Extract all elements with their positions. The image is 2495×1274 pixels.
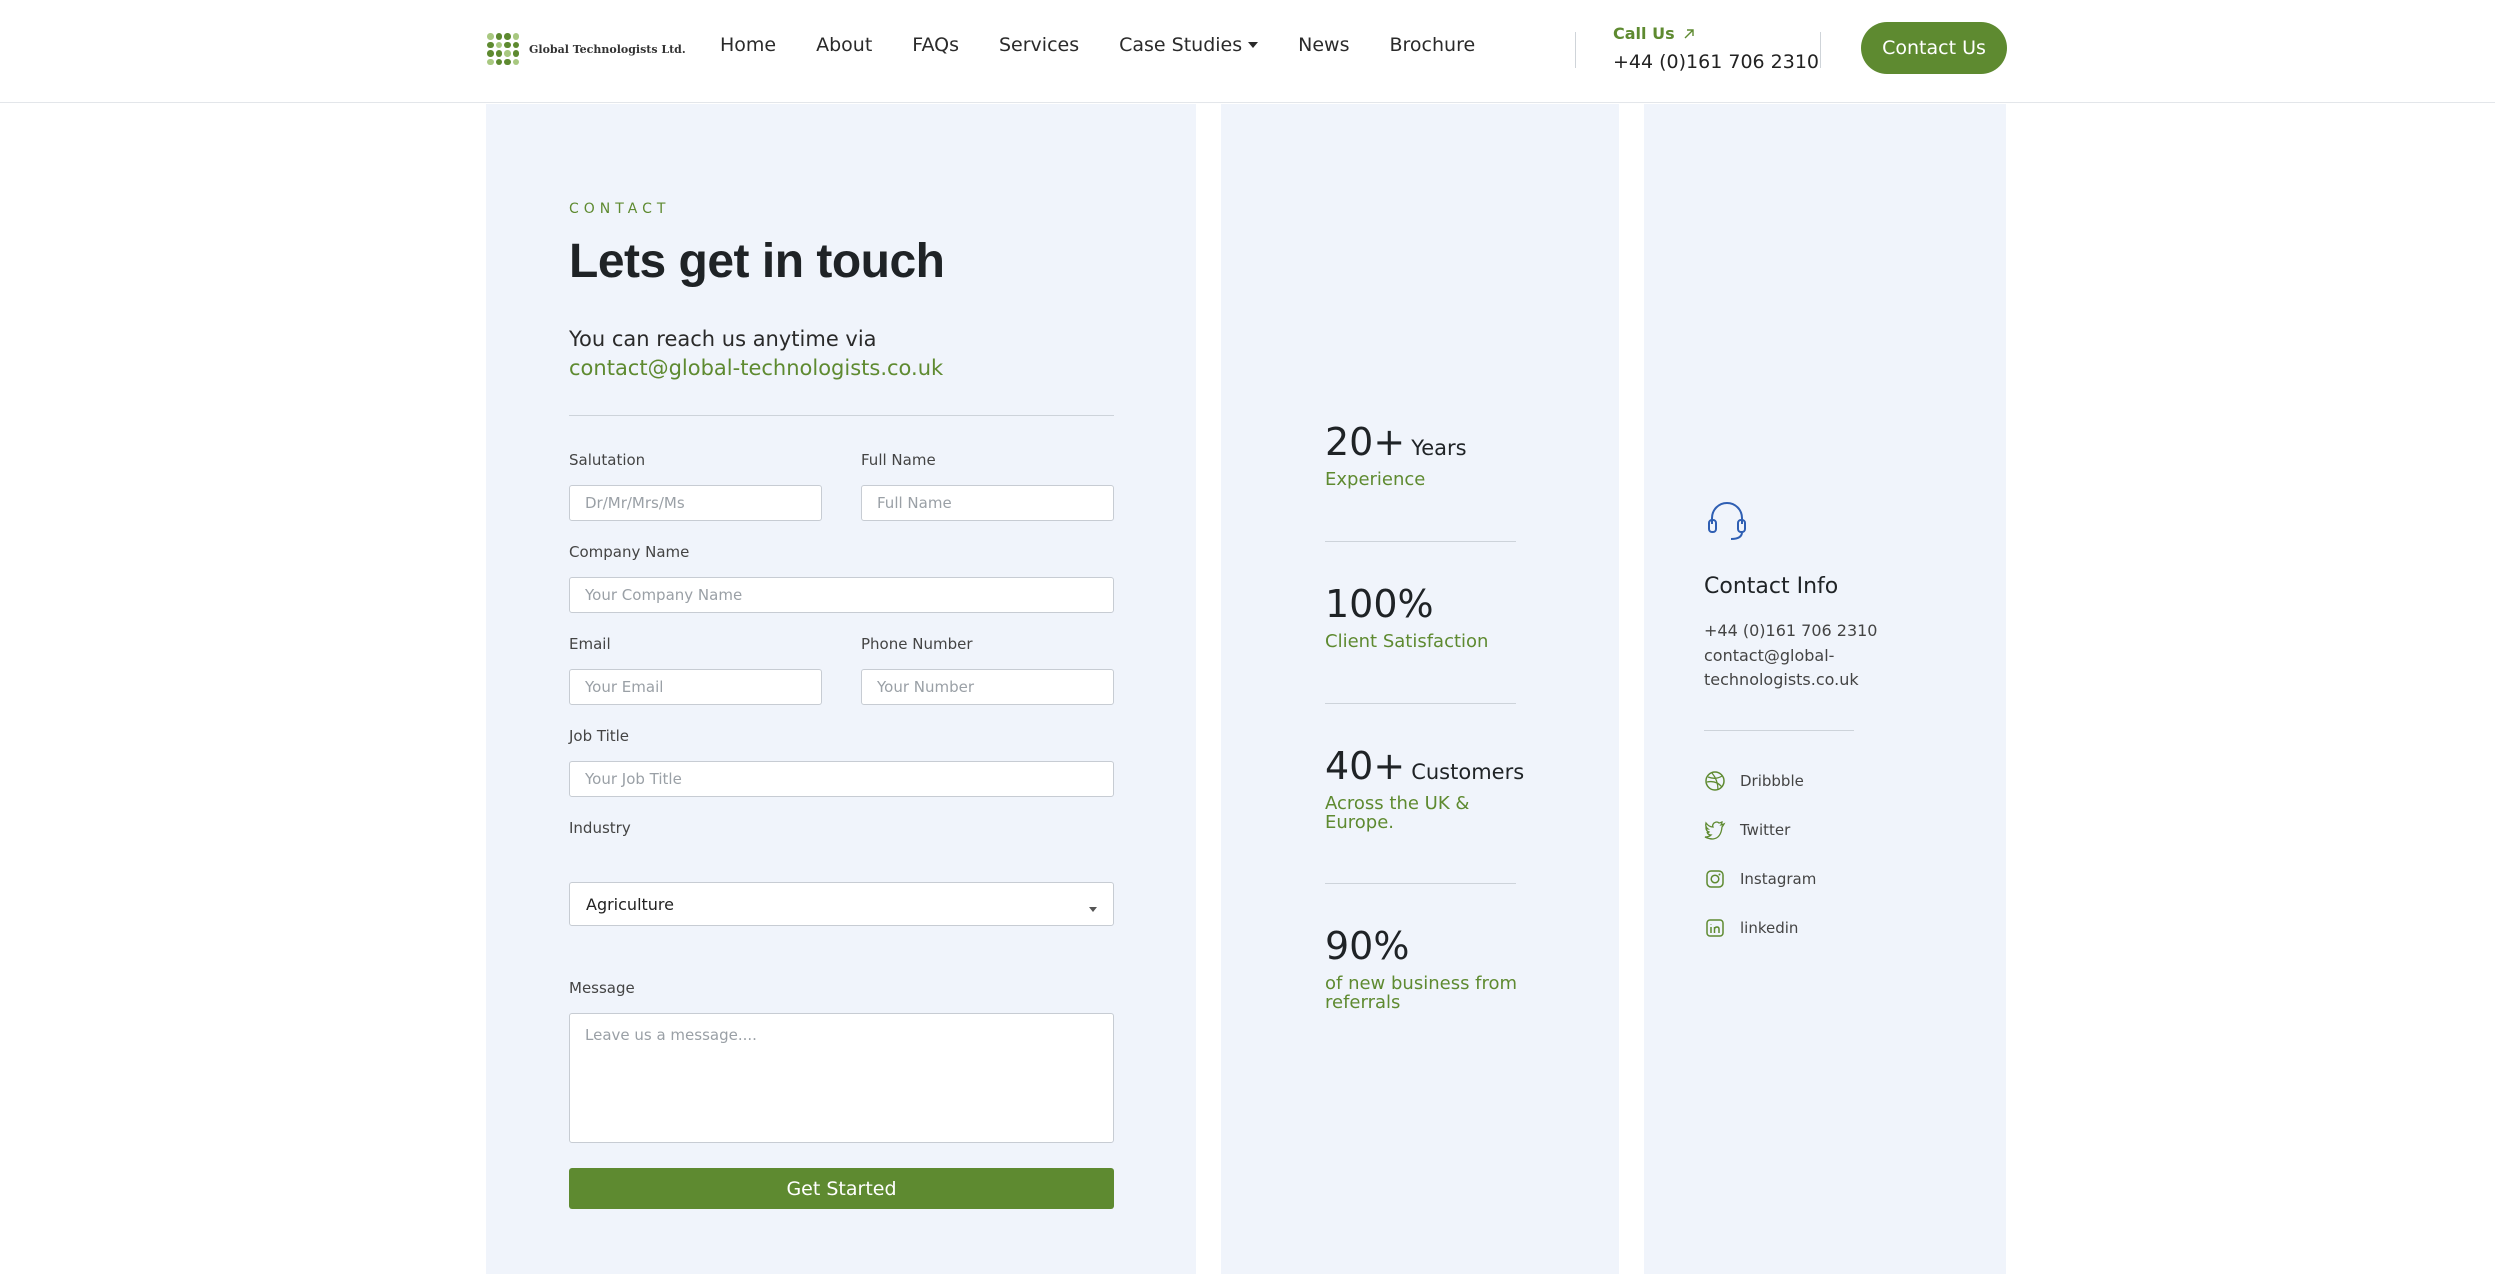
- phone-input[interactable]: [861, 669, 1114, 705]
- stat-desc: of new business from referrals: [1325, 973, 1518, 1013]
- call-us[interactable]: Call Us +44 (0)161 706 2310: [1613, 24, 1819, 73]
- reach-text: You can reach us anytime via contact@glo…: [569, 325, 1039, 383]
- stat-satisfaction: 100% Client Satisfaction: [1325, 582, 1525, 651]
- nav-news[interactable]: News: [1298, 34, 1349, 56]
- job-title-label: Job Title: [569, 727, 630, 745]
- contact-us-button[interactable]: Contact Us: [1861, 22, 2007, 74]
- company-input[interactable]: [569, 577, 1114, 613]
- nav-case-studies-label: Case Studies: [1119, 34, 1243, 56]
- divider: [1325, 541, 1516, 542]
- stat-value: 90%: [1325, 924, 1410, 968]
- message-textarea[interactable]: [569, 1013, 1114, 1143]
- social-instagram[interactable]: Instagram: [1704, 868, 1816, 890]
- section-eyebrow: CONTACT: [569, 201, 671, 217]
- header-divider: [1820, 32, 1821, 68]
- nav-home[interactable]: Home: [720, 34, 776, 56]
- reach-prefix: You can reach us anytime via: [569, 327, 877, 351]
- call-us-label: Call Us: [1613, 24, 1675, 43]
- stat-referrals: 90% of new business from referrals: [1325, 924, 1525, 1012]
- divider: [1704, 730, 1854, 731]
- full-name-input[interactable]: [861, 485, 1114, 521]
- industry-select[interactable]: Agriculture: [569, 882, 1114, 926]
- nav-about[interactable]: About: [816, 34, 872, 56]
- message-label: Message: [569, 979, 635, 997]
- chevron-down-icon: [1248, 42, 1259, 48]
- stat-unit: Customers: [1411, 760, 1525, 784]
- contact-info-panel: Contact Info +44 (0)161 706 2310 contact…: [1644, 104, 2006, 1274]
- email-link[interactable]: contact@global-technologists.co.uk: [569, 356, 943, 380]
- linkedin-icon: [1706, 919, 1724, 937]
- stat-desc: Experience: [1325, 469, 1426, 490]
- social-label: linkedin: [1740, 919, 1799, 937]
- full-name-label: Full Name: [861, 451, 936, 469]
- site-header: Global Technologists Ltd. Home About FAQ…: [0, 0, 2495, 103]
- logo-text: Global Technologists Ltd.: [529, 42, 686, 56]
- stat-value: 100%: [1325, 582, 1434, 626]
- stat-unit: Years: [1411, 436, 1467, 460]
- headset-icon: [1708, 502, 1746, 540]
- email-label: Email: [569, 635, 611, 653]
- contact-info-title: Contact Info: [1704, 574, 1839, 599]
- social-dribbble[interactable]: Dribbble: [1704, 770, 1804, 792]
- main-nav: Home About FAQs Services Case Studies Ne…: [720, 34, 1475, 56]
- chevron-down-icon: [1089, 907, 1097, 912]
- twitter-icon: [1704, 820, 1726, 840]
- salutation-label: Salutation: [569, 451, 646, 469]
- stat-value: 40+: [1325, 744, 1406, 788]
- divider: [1325, 703, 1516, 704]
- social-linkedin[interactable]: linkedin: [1704, 917, 1798, 939]
- social-label: Dribbble: [1740, 772, 1804, 790]
- logo-mark-icon: [487, 33, 519, 65]
- contact-info-email: contact@global-technologists.co.uk: [1704, 646, 1859, 689]
- dribbble-icon: [1705, 771, 1725, 791]
- social-twitter[interactable]: Twitter: [1704, 819, 1790, 841]
- nav-case-studies[interactable]: Case Studies: [1119, 34, 1259, 56]
- social-label: Instagram: [1740, 870, 1817, 888]
- stats-panel: 20+ Years Experience 100% Client Satisfac…: [1221, 104, 1619, 1274]
- logo[interactable]: Global Technologists Ltd.: [487, 33, 686, 65]
- stat-desc: Across the UK & Europe.: [1325, 793, 1470, 833]
- call-us-label-row: Call Us: [1613, 24, 1819, 43]
- phone-label: Phone Number: [861, 635, 973, 653]
- get-started-button[interactable]: Get Started: [569, 1168, 1114, 1209]
- nav-brochure[interactable]: Brochure: [1390, 34, 1476, 56]
- salutation-input[interactable]: [569, 485, 822, 521]
- nav-services[interactable]: Services: [999, 34, 1079, 56]
- instagram-icon: [1706, 870, 1724, 888]
- divider: [569, 415, 1114, 416]
- industry-label: Industry: [569, 819, 631, 837]
- header-divider: [1575, 32, 1576, 68]
- stat-customers: 40+ Customers Across the UK & Europe.: [1325, 744, 1525, 832]
- stat-value: 20+: [1325, 420, 1406, 464]
- contact-form-panel: CONTACT Lets get in touch You can reach …: [486, 104, 1196, 1274]
- call-us-number: +44 (0)161 706 2310: [1613, 51, 1820, 73]
- company-label: Company Name: [569, 543, 690, 561]
- page-title: Lets get in touch: [569, 235, 945, 288]
- contact-info-phone: +44 (0)161 706 2310: [1704, 621, 1878, 640]
- job-title-input[interactable]: [569, 761, 1114, 797]
- nav-faqs[interactable]: FAQs: [912, 34, 959, 56]
- industry-select-value: Agriculture: [586, 894, 674, 914]
- stat-desc: Client Satisfaction: [1325, 631, 1489, 652]
- social-label: Twitter: [1740, 821, 1791, 839]
- arrow-up-right-icon: [1684, 28, 1694, 38]
- email-input[interactable]: [569, 669, 822, 705]
- divider: [1325, 883, 1516, 884]
- stat-experience: 20+ Years Experience: [1325, 420, 1525, 489]
